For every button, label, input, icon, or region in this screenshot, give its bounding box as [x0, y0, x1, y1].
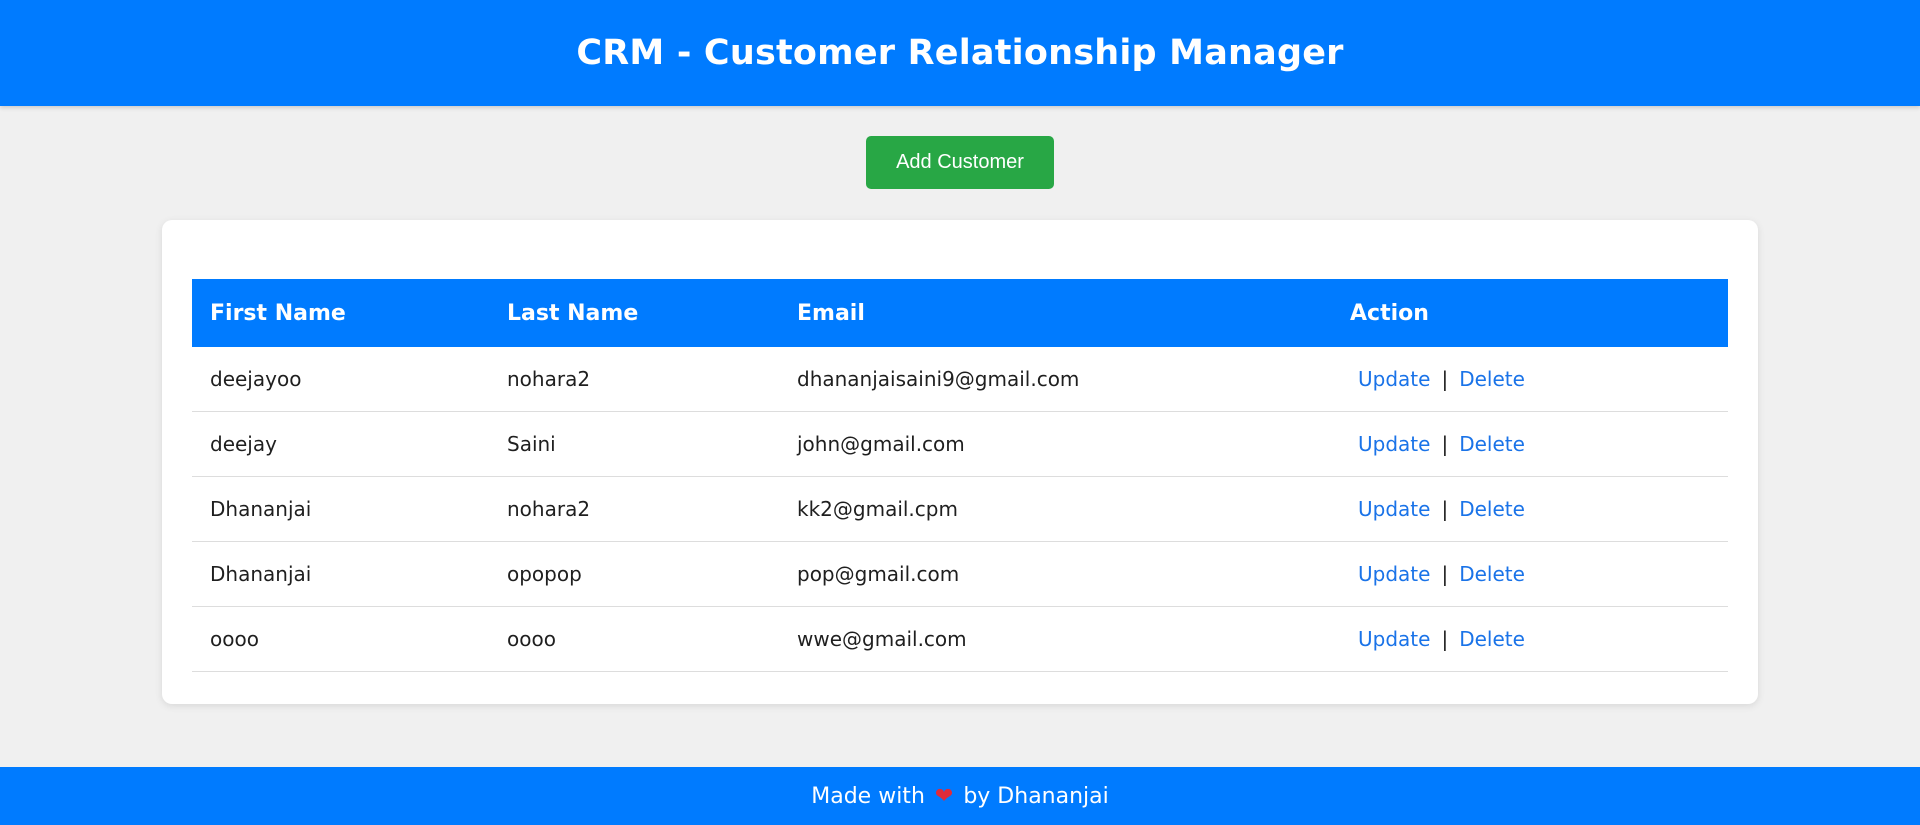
- page-title: CRM - Customer Relationship Manager: [576, 33, 1344, 73]
- app-header: CRM - Customer Relationship Manager: [0, 0, 1920, 106]
- last-name-cell: oooo: [489, 606, 779, 672]
- table-row: deejayoo nohara2 dhananjaisaini9@gmail.c…: [192, 347, 1728, 412]
- column-header-first-name: First Name: [210, 300, 346, 326]
- email-cell: john@gmail.com: [779, 411, 1332, 477]
- last-name-cell: nohara2: [489, 476, 779, 542]
- delete-link[interactable]: Delete: [1459, 497, 1525, 521]
- action-separator: |: [1441, 367, 1449, 391]
- email-cell: dhananjaisaini9@gmail.com: [779, 347, 1332, 412]
- update-link[interactable]: Update: [1358, 367, 1430, 391]
- action-separator: |: [1441, 562, 1449, 586]
- update-link[interactable]: Update: [1358, 497, 1430, 521]
- action-separator: |: [1441, 497, 1449, 521]
- first-name-cell: oooo: [192, 606, 489, 672]
- column-header-action: Action: [1350, 300, 1429, 326]
- table-header-row: First Name Last Name Email Action: [192, 279, 1728, 347]
- add-customer-button[interactable]: Add Customer: [866, 136, 1054, 189]
- email-cell: pop@gmail.com: [779, 541, 1332, 607]
- table-row: deejay Saini john@gmail.com Update | Delet…: [192, 411, 1728, 477]
- footer-author: by Dhananjai: [963, 783, 1109, 809]
- action-cell: Update | Delete: [1332, 476, 1728, 542]
- delete-link[interactable]: Delete: [1459, 367, 1525, 391]
- table-row: oooo oooo wwe@gmail.com Update | Delete: [192, 606, 1728, 672]
- table-row: Dhananjai opopop pop@gmail.com Update | De…: [192, 541, 1728, 607]
- delete-link[interactable]: Delete: [1459, 432, 1525, 456]
- first-name-cell: deejay: [192, 411, 489, 477]
- email-cell: wwe@gmail.com: [779, 606, 1332, 672]
- footer-made-with: Made with: [811, 783, 925, 809]
- first-name-cell: Dhananjai: [192, 476, 489, 542]
- update-link[interactable]: Update: [1358, 627, 1430, 651]
- last-name-cell: Saini: [489, 411, 779, 477]
- action-separator: |: [1441, 627, 1449, 651]
- first-name-cell: deejayoo: [192, 347, 489, 412]
- last-name-cell: opopop: [489, 541, 779, 607]
- action-cell: Update | Delete: [1332, 347, 1728, 412]
- action-cell: Update | Delete: [1332, 411, 1728, 477]
- action-cell: Update | Delete: [1332, 541, 1728, 607]
- last-name-cell: nohara2: [489, 347, 779, 412]
- toolbar: Add Customer: [0, 136, 1920, 189]
- delete-link[interactable]: Delete: [1459, 627, 1525, 651]
- action-separator: |: [1441, 432, 1449, 456]
- customer-table: First Name Last Name Email Action deejay…: [192, 279, 1728, 672]
- customer-table-card: First Name Last Name Email Action deejay…: [162, 220, 1758, 704]
- action-cell: Update | Delete: [1332, 606, 1728, 672]
- app-footer: Made with ❤ by Dhananjai: [0, 767, 1920, 825]
- delete-link[interactable]: Delete: [1459, 562, 1525, 586]
- update-link[interactable]: Update: [1358, 432, 1430, 456]
- column-header-last-name: Last Name: [507, 300, 639, 326]
- email-cell: kk2@gmail.cpm: [779, 476, 1332, 542]
- table-row: Dhananjai nohara2 kk2@gmail.cpm Update | D…: [192, 476, 1728, 542]
- first-name-cell: Dhananjai: [192, 541, 489, 607]
- heart-icon: ❤: [934, 783, 954, 809]
- update-link[interactable]: Update: [1358, 562, 1430, 586]
- column-header-email: Email: [797, 300, 865, 326]
